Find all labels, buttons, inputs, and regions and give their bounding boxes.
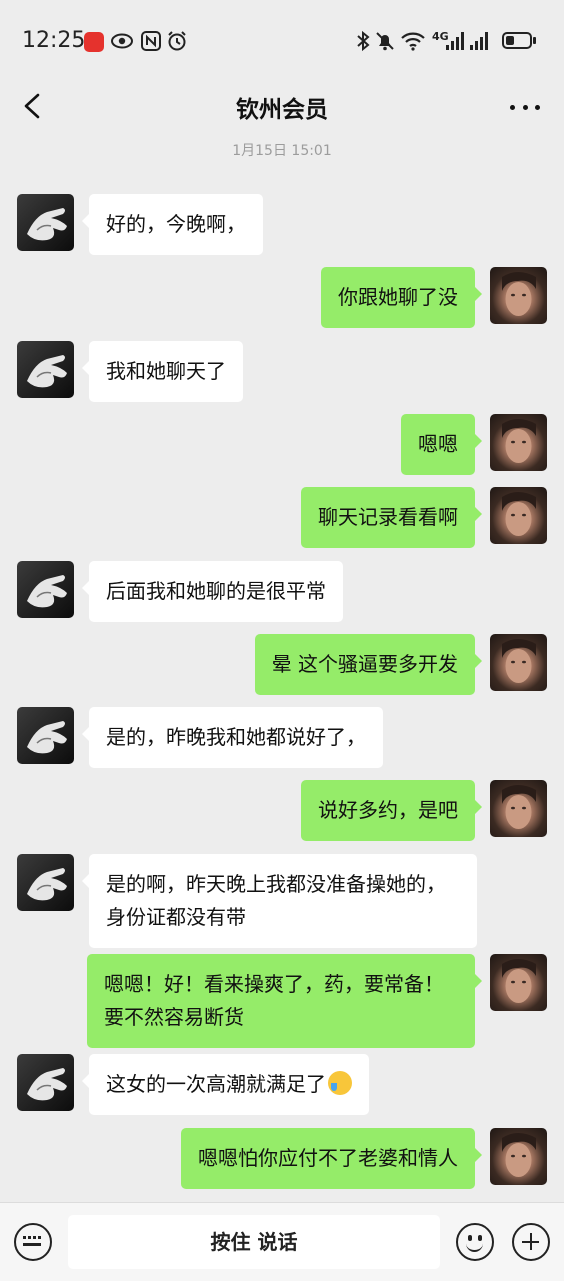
message-timestamp: 1月15日 15:01 (232, 143, 332, 159)
message-bubble-incoming[interactable]: 后面我和她聊的是很平常 (82, 561, 343, 622)
contact-avatar[interactable] (17, 707, 74, 764)
user-avatar[interactable] (490, 487, 547, 544)
message-bubble-incoming[interactable]: 好的，今晚啊， (82, 194, 263, 255)
user-avatar[interactable] (490, 634, 547, 691)
wifi-icon (400, 30, 426, 52)
hold-to-talk-button[interactable]: 按住 说话 (68, 1215, 440, 1269)
contact-avatar[interactable] (17, 854, 74, 911)
user-avatar[interactable] (490, 780, 547, 837)
user-avatar[interactable] (490, 414, 547, 471)
message-text: 这女的一次高潮就满足了 (106, 1072, 326, 1096)
message-bubble-outgoing[interactable]: 聊天记录看看啊 (301, 487, 482, 548)
chat-input-bar: 按住 说话 (0, 1202, 564, 1281)
more-dots-icon[interactable] (510, 92, 540, 122)
status-time: 12:25 (22, 28, 86, 53)
contact-avatar[interactable] (17, 1054, 74, 1111)
signal-icon (446, 32, 464, 50)
keyboard-icon[interactable] (14, 1223, 52, 1261)
battery-tip (533, 37, 536, 44)
user-avatar[interactable] (490, 267, 547, 324)
status-bar: 12:25 4G (0, 0, 564, 78)
message-bubble-incoming[interactable]: 是的，昨晚我和她都说好了， (82, 707, 383, 768)
message-bubble-incoming[interactable]: 这女的一次高潮就满足了 (82, 1054, 369, 1115)
user-avatar[interactable] (490, 954, 547, 1011)
contact-avatar[interactable] (17, 561, 74, 618)
user-avatar[interactable] (490, 1128, 547, 1185)
nfc-icon (140, 30, 162, 52)
message-bubble-outgoing[interactable]: 嗯嗯 (401, 414, 482, 475)
bluetooth-icon (352, 30, 374, 52)
message-bubble-incoming[interactable]: 我和她聊天了 (82, 341, 243, 402)
alarm-icon (166, 30, 188, 52)
chat-header: 钦州会员 (0, 78, 564, 136)
plus-icon[interactable] (512, 1223, 550, 1261)
message-bubble-outgoing[interactable]: 说好多约，是吧 (301, 780, 482, 841)
message-bubble-outgoing[interactable]: 嗯嗯怕你应付不了老婆和情人 (181, 1128, 482, 1189)
huawei-app-icon (84, 32, 104, 52)
emoji-icon[interactable] (456, 1223, 494, 1261)
chat-title: 钦州会员 (236, 97, 328, 123)
mute-icon (374, 30, 396, 52)
crying-laughing-emoji-icon (328, 1071, 352, 1095)
contact-avatar[interactable] (17, 341, 74, 398)
message-bubble-outgoing[interactable]: 你跟她聊了没 (321, 267, 482, 328)
message-bubble-outgoing[interactable]: 嗯嗯！好！看来操爽了，药，要常备！要不然容易断货 (87, 954, 482, 1048)
message-bubble-incoming[interactable]: 是的啊，昨天晚上我都没准备操她的，身份证都没有带 (82, 854, 477, 948)
message-bubble-outgoing[interactable]: 晕 这个骚逼要多开发 (254, 634, 483, 695)
battery-icon (502, 32, 532, 49)
eye-icon (110, 30, 133, 52)
signal-icon-2 (470, 32, 488, 50)
contact-avatar[interactable] (17, 194, 74, 251)
